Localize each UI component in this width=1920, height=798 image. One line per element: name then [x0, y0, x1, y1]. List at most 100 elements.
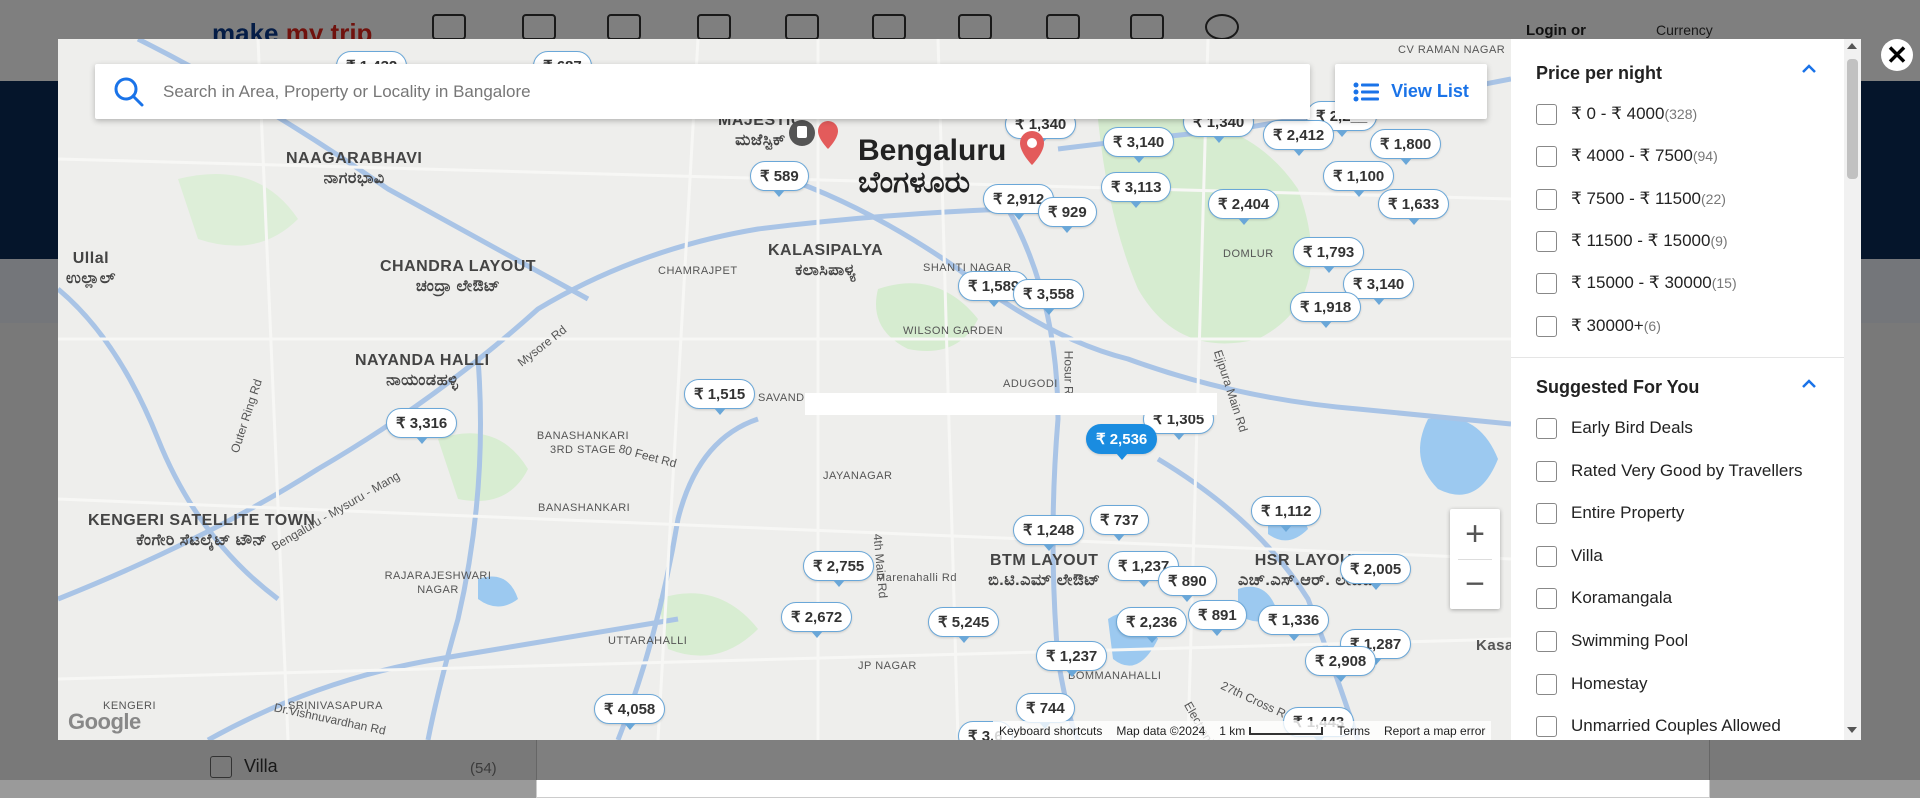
price-pin[interactable]: ₹ 1,793 — [1293, 237, 1365, 273]
label-rajarajeshwari-nagar: RAJARAJESHWARI NAGAR — [384, 570, 492, 596]
terms-link[interactable]: Terms — [1337, 724, 1370, 738]
price-pin[interactable]: ₹ 3,140 — [1103, 127, 1175, 163]
price-pin[interactable]: ₹ 2,672 — [781, 602, 853, 638]
checkbox[interactable] — [1536, 188, 1557, 210]
price-pin[interactable]: ₹ 4,058 — [594, 694, 666, 730]
section-divider — [1511, 357, 1844, 358]
price-pin[interactable]: ₹ 5,245 — [928, 607, 1000, 643]
label-cv-raman-nagar: CV RAMAN NAGAR — [1398, 44, 1506, 56]
label-adugodi: ADUGODI — [1003, 378, 1058, 390]
area-ullal: Ullal ಉಲ್ಲಾಲ್ — [66, 250, 116, 287]
checkbox[interactable] — [1536, 230, 1557, 252]
checkbox[interactable] — [1536, 315, 1557, 337]
checkbox[interactable] — [1536, 587, 1557, 609]
suggested-option[interactable]: Unmarried Couples Allowed — [1536, 714, 1781, 738]
label-chamrajpet: CHAMRAJPET — [658, 265, 738, 277]
price-pin[interactable]: ₹ 744 — [1016, 693, 1075, 729]
map-scale: 1 km — [1219, 724, 1324, 738]
price-pin[interactable]: ₹ 890 — [1158, 566, 1217, 602]
price-pin[interactable]: ₹ 2,412 — [1263, 120, 1335, 156]
label-domlur: DOMLUR — [1223, 248, 1274, 260]
zoom-control: + − — [1450, 509, 1500, 609]
map-modal: NAAGARABHAVI ನಾಗರಭಾವಿ CHANDRA LAYOUT ಚಂದ್ರ… — [58, 39, 1861, 740]
price-option[interactable]: ₹ 15000 - ₹ 30000 (15) — [1536, 271, 1737, 295]
checkbox[interactable] — [1536, 715, 1557, 737]
search-icon[interactable] — [111, 74, 147, 110]
attraction-marker-icon[interactable] — [1020, 131, 1044, 165]
suggested-option[interactable]: Homestay — [1536, 672, 1648, 696]
price-pin[interactable]: ₹ 1,237 — [1036, 641, 1108, 677]
price-pin[interactable]: ₹ 1,918 — [1290, 292, 1362, 328]
area-naagarabhavi: NAAGARABHAVI ನಾಗರಭಾವಿ — [286, 150, 423, 187]
price-pin[interactable]: ₹ 3,113 — [1101, 172, 1172, 208]
price-pin[interactable]: ₹ 1,112 — [1251, 496, 1322, 532]
view-list-button[interactable]: View List — [1335, 64, 1487, 119]
map-attribution: Keyboard shortcuts Map data ©2024 1 km T… — [993, 721, 1492, 740]
chevron-up-icon[interactable] — [1801, 61, 1817, 77]
area-kalasipalya: KALASIPALYA ಕಲಾಸಿಪಾಳ್ಯ — [768, 242, 884, 279]
checkbox[interactable] — [1536, 630, 1557, 652]
price-option[interactable]: ₹ 30000+ (6) — [1536, 314, 1661, 338]
price-pin[interactable]: ₹ 1,248 — [1013, 515, 1085, 551]
price-pin[interactable]: ₹ 2,005 — [1340, 554, 1412, 590]
price-pin[interactable]: ₹ 2,908 — [1305, 646, 1377, 682]
price-pin[interactable]: ₹ 891 — [1188, 600, 1247, 636]
suggested-option[interactable]: Early Bird Deals — [1536, 416, 1693, 440]
report-error-link[interactable]: Report a map error — [1384, 724, 1485, 738]
checkbox[interactable] — [1536, 145, 1557, 167]
price-pin[interactable]: ₹ 929 — [1038, 197, 1097, 233]
price-pin[interactable]: ₹ 589 — [750, 161, 809, 197]
price-option[interactable]: ₹ 0 - ₹ 4000 (328) — [1536, 102, 1697, 126]
price-pin[interactable]: ₹ 3,558 — [1013, 279, 1085, 315]
map-search-input[interactable] — [161, 80, 1265, 103]
label-kasa: Kasa — [1476, 637, 1511, 654]
zoom-out-button[interactable]: − — [1450, 559, 1500, 609]
checkbox[interactable] — [1536, 502, 1557, 524]
price-pin[interactable]: ₹ 2,236 — [1116, 607, 1188, 643]
google-logo[interactable]: Google — [68, 709, 141, 735]
price-pin[interactable]: ₹ 2,404 — [1208, 189, 1280, 225]
suggested-option[interactable]: Koramangala — [1536, 586, 1672, 610]
scroll-down-icon[interactable] — [1847, 727, 1857, 733]
keyboard-shortcuts-link[interactable]: Keyboard shortcuts — [999, 724, 1102, 738]
city-label: Bengaluru ಬೆಂಗಳೂರು — [858, 134, 1007, 199]
checkbox[interactable] — [1536, 103, 1557, 125]
sidebar-scrollbar[interactable] — [1844, 39, 1861, 740]
suggested-section-title[interactable]: Suggested For You — [1536, 377, 1699, 398]
suggested-option[interactable]: Rated Very Good by Travellers — [1536, 459, 1803, 483]
checkbox[interactable] — [1536, 272, 1557, 294]
scroll-thumb[interactable] — [1847, 59, 1858, 179]
price-section-title[interactable]: Price per night — [1536, 63, 1662, 84]
area-btm-layout: BTM LAYOUT ಬಿ.ಟಿ.ಎಮ್ ಲೇಔಟ್ — [988, 552, 1101, 589]
map-data-label: Map data ©2024 — [1116, 723, 1206, 738]
price-option[interactable]: ₹ 4000 - ₹ 7500 (94) — [1536, 144, 1718, 168]
price-pin-active[interactable]: ₹ 2,536 — [1086, 424, 1158, 460]
zoom-in-button[interactable]: + — [1450, 509, 1500, 559]
checkbox[interactable] — [1536, 417, 1557, 439]
area-nayanda-halli: NAYANDA HALLI ನಾಯಂಡಹಳ್ಳಿ — [355, 352, 490, 389]
price-pin[interactable]: ₹ 1,100 — [1323, 161, 1395, 197]
close-button[interactable]: ✕ — [1881, 39, 1913, 71]
checkbox[interactable] — [1536, 460, 1557, 482]
price-option[interactable]: ₹ 7500 - ₹ 11500 (22) — [1536, 187, 1726, 211]
filter-sidebar: Price per night ₹ 0 - ₹ 4000 (328) ₹ 4000… — [1511, 39, 1844, 740]
suggested-option[interactable]: Entire Property — [1536, 501, 1684, 525]
price-pin[interactable]: ₹ 2,755 — [803, 551, 875, 587]
price-pin[interactable]: ₹ 3,316 — [386, 408, 458, 444]
list-icon — [1353, 82, 1380, 101]
transit-marker-icon[interactable] — [788, 117, 848, 157]
suggested-option[interactable]: Villa — [1536, 544, 1603, 568]
suggested-option[interactable]: Swimming Pool — [1536, 629, 1688, 653]
area-chandra-layout: CHANDRA LAYOUT ಚಂದ್ರಾ ಲೇಔಟ್ — [380, 258, 537, 295]
price-pin[interactable]: ₹ 1,515 — [684, 379, 756, 415]
map-area[interactable]: NAAGARABHAVI ನಾಗರಭಾವಿ CHANDRA LAYOUT ಚಂದ್ರ… — [58, 39, 1511, 740]
price-pin[interactable]: ₹ 1,633 — [1378, 189, 1450, 225]
price-pin[interactable]: ₹ 737 — [1090, 505, 1149, 541]
checkbox[interactable] — [1536, 673, 1557, 695]
scroll-up-icon[interactable] — [1847, 43, 1857, 49]
checkbox[interactable] — [1536, 545, 1557, 567]
price-pin[interactable]: ₹ 1,336 — [1258, 605, 1330, 641]
price-option[interactable]: ₹ 11500 - ₹ 15000 (9) — [1536, 229, 1728, 253]
chevron-up-icon[interactable] — [1801, 376, 1817, 392]
price-pin[interactable]: ₹ 1,800 — [1370, 129, 1442, 165]
